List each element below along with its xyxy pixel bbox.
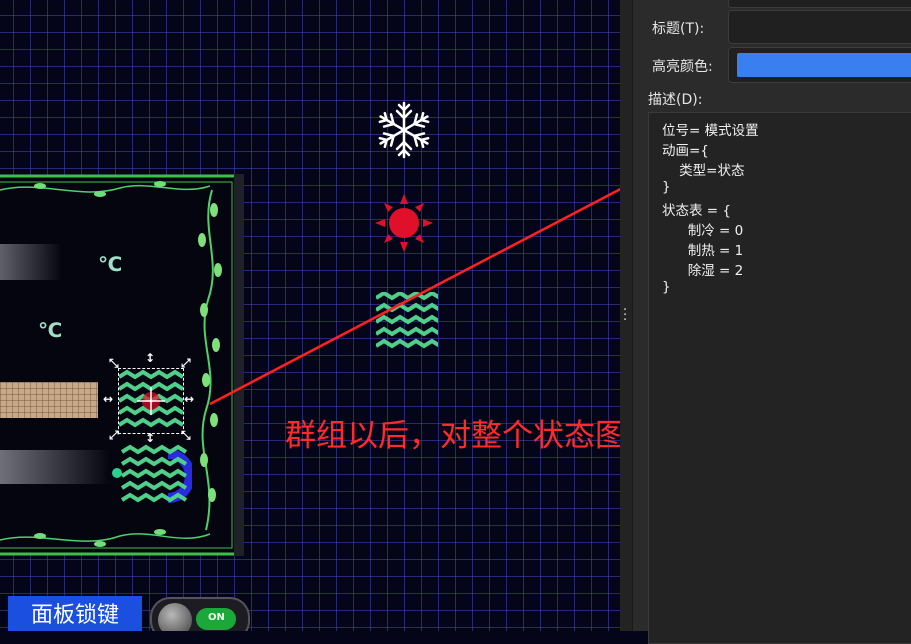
description-label: 描述(D): [648,92,703,108]
design-canvas[interactable]: ℃ ℃ ⤡ ↕ ⤢ ↔ ↔ ⤢ ↕ ⤡ 群组以后，对整个状态图 面板锁键 ON [0,0,620,631]
wave-dehumidify-icon [117,369,185,428]
description-line: 制冷 = 0 [662,223,744,239]
resize-handle-ne[interactable]: ⤢ [181,357,191,369]
resize-handle-e[interactable]: ↔ [184,393,194,405]
temp-unit-label: ℃ [38,318,63,342]
resize-handle-nw[interactable]: ⤡ [109,357,119,369]
title-label: 标题(T): [652,21,705,37]
resize-handle-s[interactable]: ↕ [145,432,155,444]
description-line: 制热 = 1 [662,243,744,259]
resize-handle-w[interactable]: ↔ [103,393,113,405]
description-line: } [662,279,671,295]
panel-splitter[interactable]: · · · [620,0,633,631]
resize-handle-sw[interactable]: ⤢ [109,429,119,441]
description-line: 状态表 = { [662,203,731,219]
annotation-text: 群组以后，对整个状态图进行拓扑配置 [285,418,620,454]
properties-panel: · · · 标题(T): 高亮颜色: 描述(D): 位号= 模式设置 动画={ 类型… [620,0,911,644]
toggle-label: ON [208,612,225,623]
temperature-bar-2 [0,450,110,484]
snowflake-icon [375,101,433,159]
resize-handle-se[interactable]: ⤡ [181,429,191,441]
panel-lock-button[interactable]: 面板锁键 [8,596,142,631]
description-textarea[interactable]: 位号= 模式设置 动画={ 类型=状态 } 状态表 = { 制冷 = 0 制热 … [648,112,911,644]
splitter-grip-icon: · · · [623,303,628,328]
resize-handle-n[interactable]: ↕ [145,352,155,364]
power-toggle[interactable]: ON [150,597,250,631]
description-line: 位号= 模式设置 [662,123,759,139]
prev-field-input[interactable] [728,0,911,8]
title-input[interactable] [728,10,911,44]
highlight-color-label: 高亮颜色: [652,59,713,75]
description-line: 除湿 = 2 [662,263,744,279]
highlight-color-swatch [737,53,911,77]
description-line: 动画={ [662,143,709,159]
sun-icon [375,194,433,252]
description-line: } [662,179,671,195]
highlight-color-picker[interactable] [728,47,911,83]
progress-bar [0,382,98,418]
toggle-knob [158,603,192,631]
fan-mode-widget [112,444,192,503]
temperature-bar-1 [0,244,62,280]
selected-state-group[interactable] [117,368,185,434]
temp-unit-label: ℃ [98,252,123,276]
wave-dehumidify-icon [376,292,438,349]
description-line: 类型=状态 [662,163,745,179]
